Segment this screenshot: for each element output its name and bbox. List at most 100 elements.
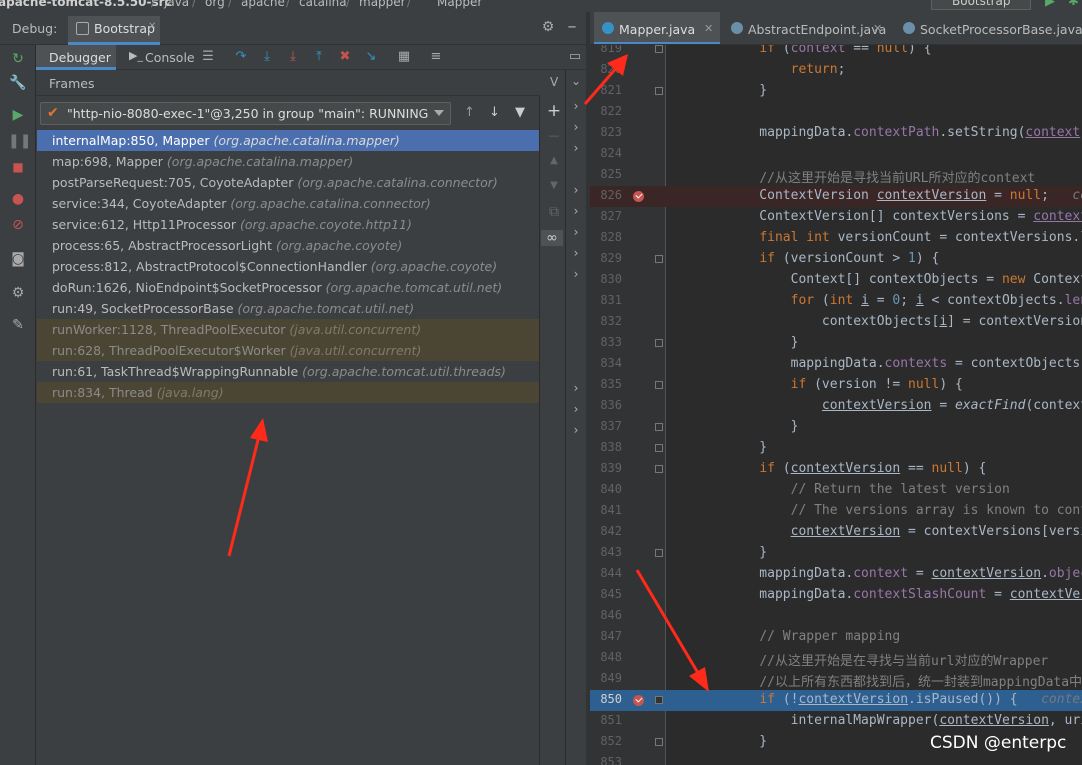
evaluate-expression-icon[interactable]: ▦ [395,48,413,66]
code-line[interactable]: 842 contextVersion = contextVersions[ver… [590,522,1082,543]
code-line[interactable]: 850 if (!contextVersion.isPaused()) { co… [590,690,1082,711]
chevron-right-icon[interactable]: › [570,381,582,395]
chevron-right-icon[interactable]: › [570,183,582,197]
rerun-icon[interactable]: ↻ [8,49,28,69]
frame-row[interactable]: internalMap:850, Mapper (org.apache.cata… [37,130,539,151]
mute-breakpoints-icon[interactable]: ⊘ [8,215,28,235]
code-line[interactable]: 845 mappingData.contextSlashCount = cont… [590,585,1082,606]
settings-gear-icon[interactable]: ⚙ [539,19,557,37]
pin-tab-icon[interactable]: ✎ [8,315,28,335]
modify-run-configuration-icon[interactable]: 🔧 [8,73,28,93]
frame-row[interactable]: doRun:1626, NioEndpoint$SocketProcessor … [37,277,539,298]
code-line[interactable]: 831 for (int i = 0; i < contextObjects.l… [590,291,1082,312]
fold-marker-icon[interactable] [655,339,663,347]
force-step-into-icon[interactable]: ⤓ [284,48,302,66]
settings-gear-icon[interactable]: ⚙ [8,283,28,303]
pause-program-icon[interactable]: ❚❚ [8,131,31,151]
fold-marker-icon[interactable] [655,255,663,263]
breadcrumb-mapper[interactable]: mapper [359,0,406,9]
frame-row[interactable]: runWorker:1128, ThreadPoolExecutor (java… [37,319,539,340]
chevron-right-icon[interactable]: › [570,267,582,281]
tab-mapper-java[interactable]: Mapper.java ✕ [594,12,720,44]
frame-row[interactable]: run:834, Thread (java.lang) [37,382,539,403]
copy-icon[interactable]: ⧉ [546,204,562,220]
move-down-icon[interactable]: ▼ [546,178,562,194]
fold-marker-icon[interactable] [655,45,663,53]
chevron-right-icon[interactable]: › [570,120,582,134]
arrow-down-icon[interactable]: ↓ [489,105,500,120]
step-into-icon[interactable]: ⤓ [258,48,276,66]
filter-icon[interactable]: ▼ [515,105,525,120]
code-line[interactable]: 823 mappingData.contextPath.setString(co… [590,123,1082,144]
restore-layout-icon[interactable]: ▭ [566,48,584,66]
code-line[interactable]: 853 [590,753,1082,765]
breakpoint-icon[interactable] [633,695,644,706]
camera-icon[interactable]: ◙ [8,249,28,269]
breadcrumb-apache[interactable]: apache [241,0,285,9]
fold-marker-icon[interactable] [655,549,663,557]
thread-selector[interactable]: ✔ "http-nio-8080-exec-1"@3,250 in group … [40,102,451,125]
fold-marker-icon[interactable] [655,696,663,704]
code-line[interactable]: 832 contextObjects[i] = contextVersions[… [590,312,1082,333]
variables-tab-label[interactable]: V [550,75,558,89]
chevron-down-icon[interactable]: ⌄ [570,74,582,88]
hide-panel-icon[interactable]: – [563,16,581,37]
code-line[interactable]: 840 // Return the latest version [590,480,1082,501]
code-line[interactable]: 843 } [590,543,1082,564]
debug-session-tab[interactable]: Bootstrap ✕ [68,16,160,45]
breadcrumb-catalina[interactable]: catalina [299,0,347,9]
chevron-right-icon[interactable]: › [570,225,582,239]
code-line[interactable]: 820 return; [590,60,1082,81]
code-line[interactable]: 836 contextVersion = exactFind(contextVe… [590,396,1082,417]
code-line[interactable]: 828 final int versionCount = contextVers… [590,228,1082,249]
code-line[interactable]: 824 [590,144,1082,165]
chevron-right-icon[interactable]: › [570,204,582,218]
code-line[interactable]: 834 mappingData.contexts = contextObject… [590,354,1082,375]
tab-debugger[interactable]: Debugger [36,45,116,70]
code-line[interactable]: 821 } [590,81,1082,102]
drop-frame-icon[interactable]: ✖ [336,48,354,66]
code-editor[interactable]: 819 if (context == null) {820 return; 821… [590,45,1082,765]
breakpoint-icon[interactable] [633,191,644,202]
run-configuration-selector[interactable]: Bootstrap [931,0,1031,10]
frame-row[interactable]: run:628, ThreadPoolExecutor$Worker (java… [37,340,539,361]
code-line[interactable]: 822 [590,102,1082,123]
code-line[interactable]: 839 if (contextVersion == null) { [590,459,1082,480]
breadcrumb-org[interactable]: org [205,0,225,9]
stop-icon[interactable]: ■ [8,157,28,177]
fold-marker-icon[interactable] [655,423,663,431]
close-icon[interactable]: ✕ [873,22,882,35]
code-line[interactable]: 830 Context[] contextObjects = new Conte… [590,270,1082,291]
code-line[interactable]: 833 } [590,333,1082,354]
breadcrumb-project[interactable]: apache-tomcat-8.5.50-src [0,0,172,9]
layout-menu-icon[interactable]: ☰ [199,48,217,66]
code-line[interactable]: 827 ContextVersion[] contextVersions = c… [590,207,1082,228]
view-breakpoints-icon[interactable]: ● [8,189,28,209]
frame-row[interactable]: process:812, AbstractProtocol$Connection… [37,256,539,277]
frame-row[interactable]: postParseRequest:705, CoyoteAdapter (org… [37,172,539,193]
code-line[interactable]: 835 if (version != null) { [590,375,1082,396]
code-line[interactable]: 847 // Wrapper mapping [590,627,1082,648]
fold-marker-icon[interactable] [655,738,663,746]
close-icon[interactable]: ✕ [704,22,713,35]
code-line[interactable]: 844 mappingData.context = contextVersion… [590,564,1082,585]
code-line[interactable]: 819 if (context == null) { [590,45,1082,60]
code-line[interactable]: 838 } [590,438,1082,459]
chevron-right-icon[interactable]: › [570,423,582,437]
fold-marker-icon[interactable] [655,465,663,473]
arrow-up-icon[interactable]: ↑ [464,105,475,120]
chevron-right-icon[interactable]: › [570,99,582,113]
step-out-icon[interactable]: ⤒ [310,48,328,66]
more-actions-icon[interactable]: ≡ [427,48,445,66]
code-line[interactable]: 848 //从这里开始是在寻找与当前url对应的Wrapper [590,648,1082,669]
code-line[interactable]: 825 //从这里开始是寻找当前URL所对应的context [590,165,1082,186]
chevron-right-icon[interactable]: › [570,141,582,155]
chevron-right-icon[interactable]: › [570,246,582,260]
tab-socketprocessorbase-java[interactable]: SocketProcessorBase.java [895,12,1082,44]
resume-program-icon[interactable]: ▶ [8,105,28,125]
show-watches-icon[interactable]: ∞ [541,230,563,246]
close-icon[interactable]: ✕ [148,21,156,32]
run-icon[interactable]: ▶ [1045,0,1055,9]
fold-marker-icon[interactable] [655,87,663,95]
move-up-icon[interactable]: ▲ [546,153,562,169]
